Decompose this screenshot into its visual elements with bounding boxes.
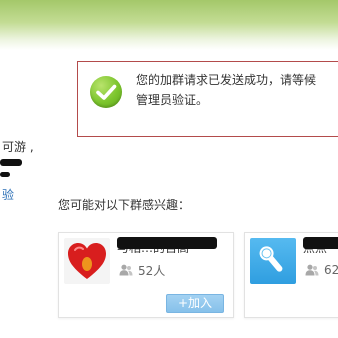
header-bar bbox=[0, 0, 338, 50]
member-count-text: 52人 bbox=[138, 263, 166, 278]
notice-line-1: 您的加群请求已发送成功，请等候 bbox=[136, 73, 317, 87]
member-icon bbox=[119, 264, 133, 276]
member-count: 62 bbox=[305, 263, 338, 277]
member-count: 52人 bbox=[119, 263, 166, 278]
check-icon bbox=[90, 76, 122, 108]
group-card[interactable]: 与相…的百高 52人 +加入 bbox=[58, 232, 234, 318]
left-panel: 可游 , 验 bbox=[0, 118, 48, 218]
redacted-mark bbox=[0, 172, 10, 177]
redacted-name-mark bbox=[117, 237, 217, 249]
member-count-text: 62 bbox=[324, 263, 338, 277]
microphone-icon bbox=[259, 246, 283, 272]
group-avatar[interactable] bbox=[64, 238, 110, 284]
notice-message: 您的加群请求已发送成功，请等候 管理员验证。 bbox=[136, 70, 338, 110]
left-link[interactable]: 验 bbox=[2, 188, 14, 202]
request-sent-notice: 您的加群请求已发送成功，请等候 管理员验证。 bbox=[77, 61, 338, 137]
join-group-button[interactable]: +加入 bbox=[166, 294, 224, 313]
notice-line-2: 管理员验证。 bbox=[136, 93, 209, 107]
member-icon bbox=[305, 264, 319, 276]
redacted-name-mark bbox=[303, 237, 338, 249]
suggested-groups-title: 您可能对以下群感兴趣： bbox=[58, 198, 191, 212]
left-text-line-1: 可游 , bbox=[2, 140, 34, 154]
redacted-mark bbox=[0, 159, 22, 166]
heart-icon bbox=[68, 243, 106, 279]
group-avatar[interactable] bbox=[250, 238, 296, 284]
group-card[interactable]: 点点 62 bbox=[244, 232, 338, 318]
